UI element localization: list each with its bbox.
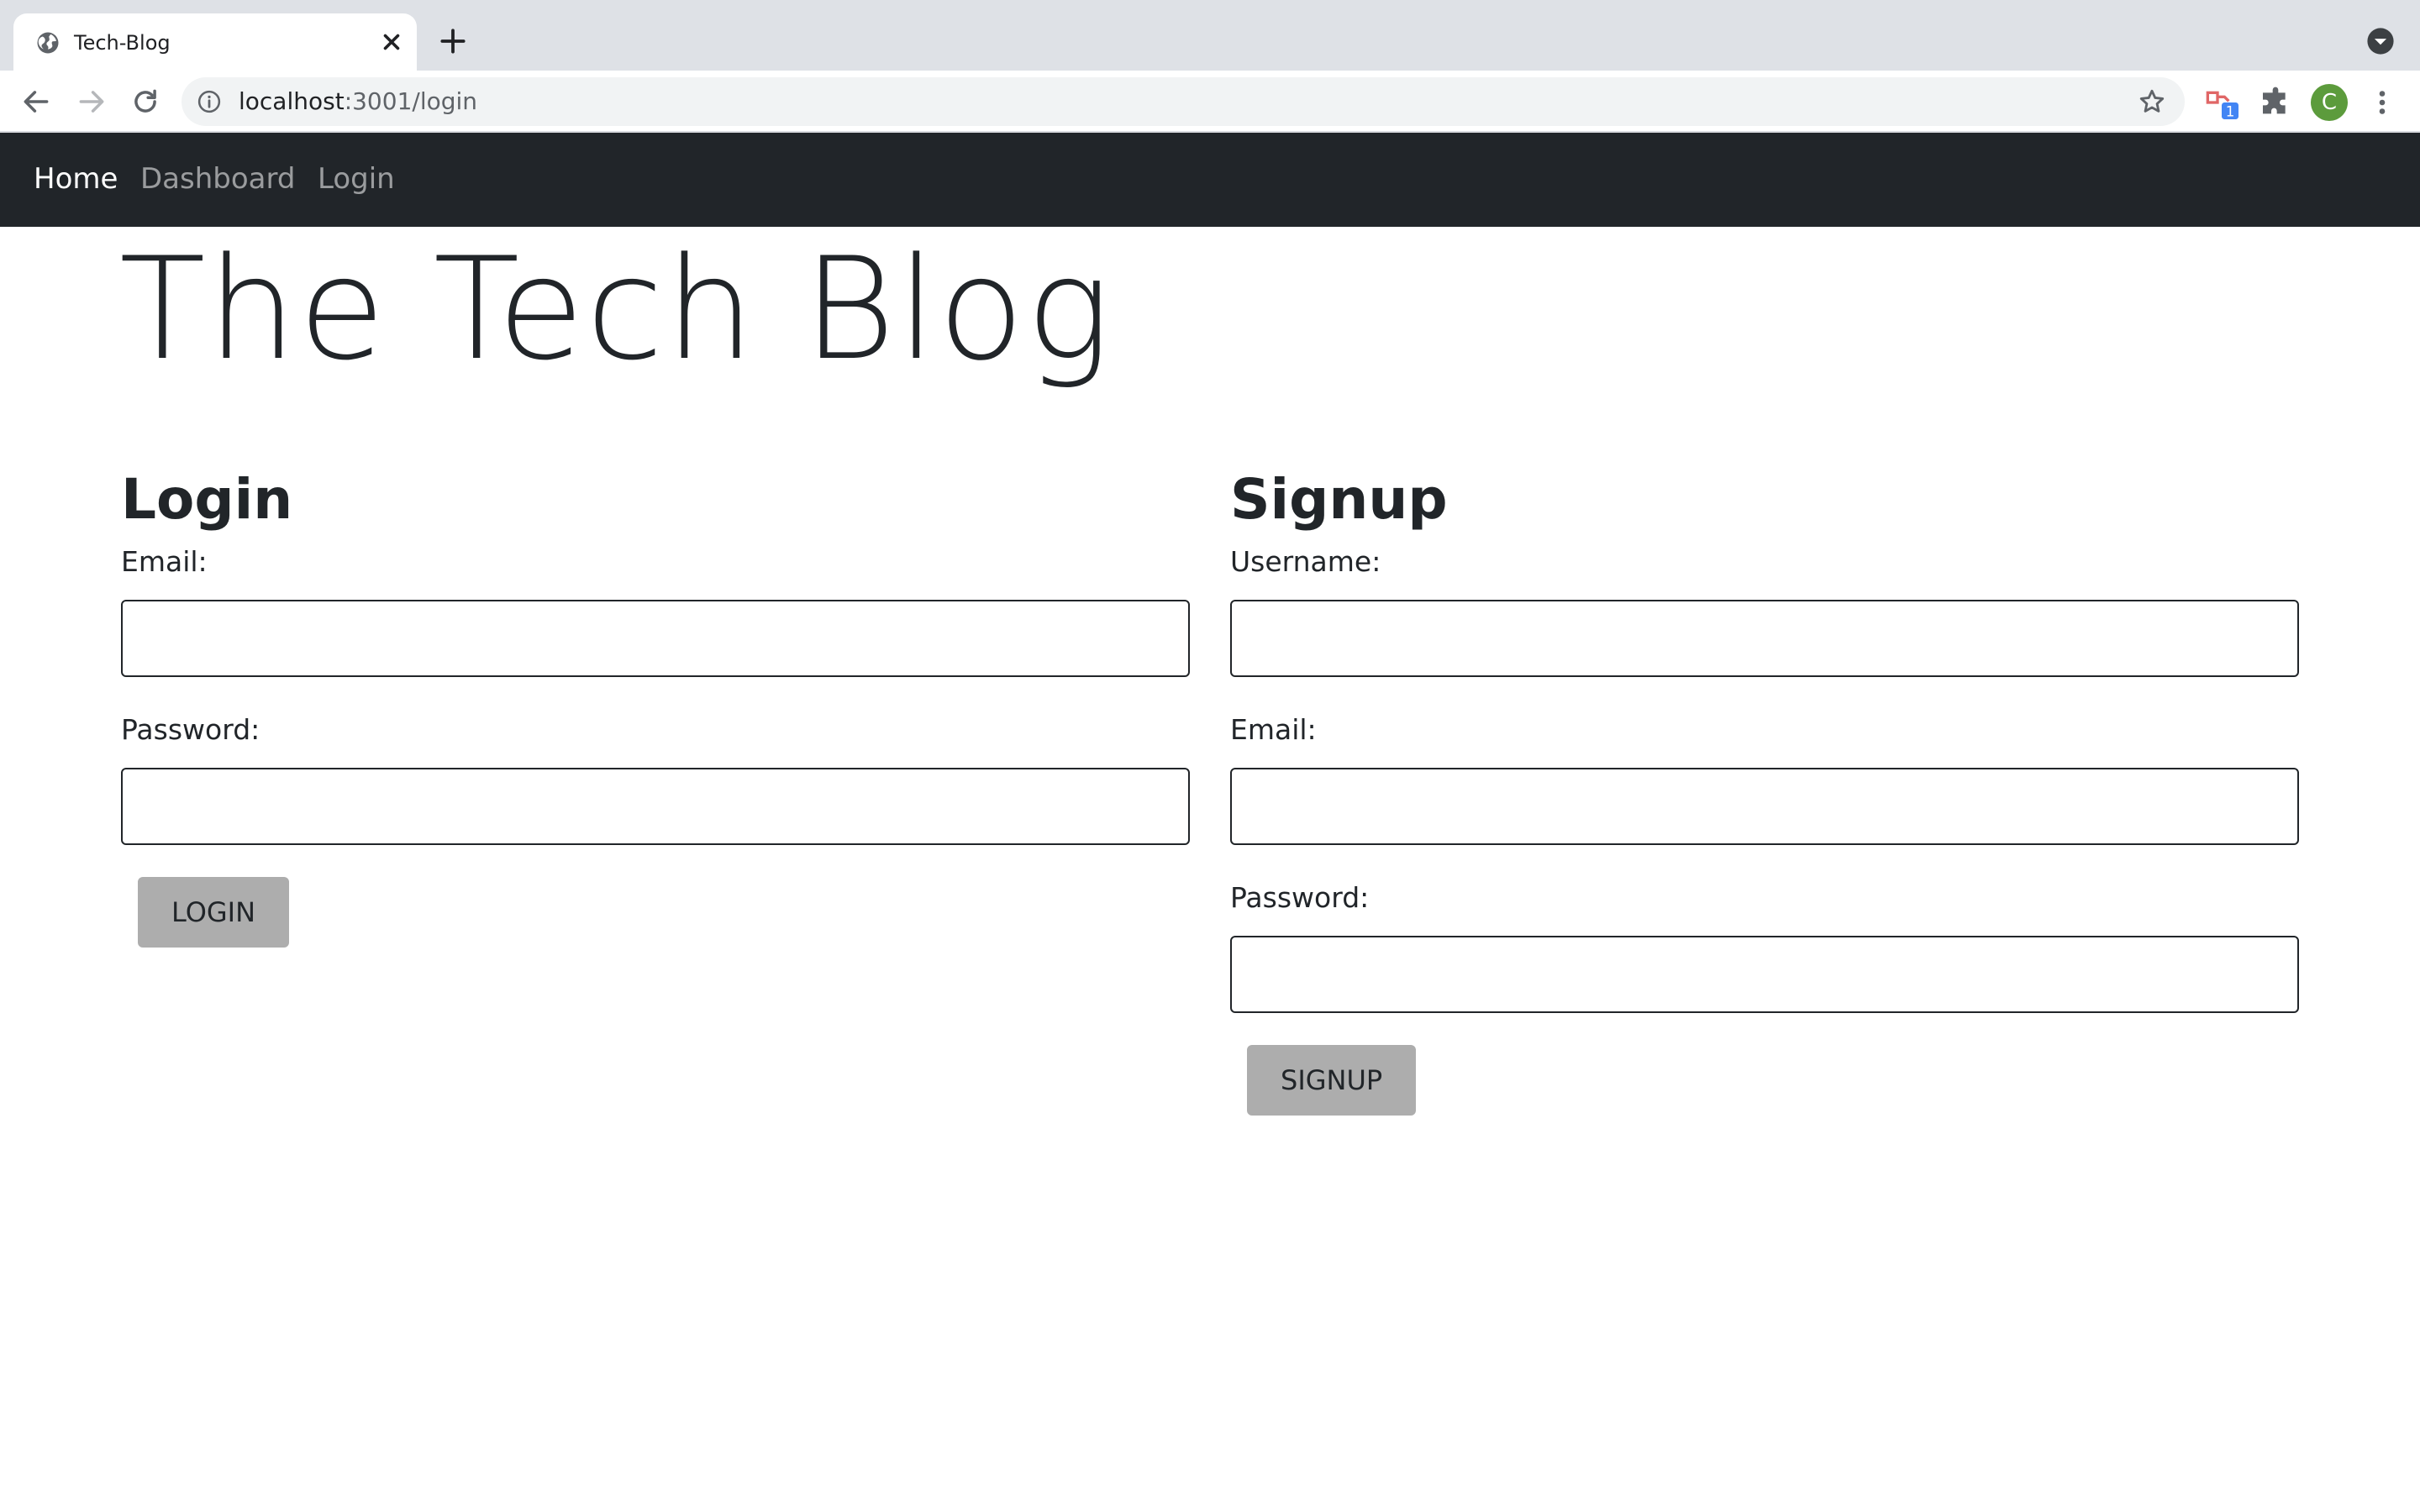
nav-home-link[interactable]: Home: [34, 160, 118, 198]
browser-tab[interactable]: Tech-Blog: [13, 13, 417, 71]
extension-badge: 1: [2226, 104, 2235, 119]
tab-title: Tech-Blog: [74, 31, 171, 55]
back-arrow-icon[interactable]: [20, 86, 52, 118]
login-email-label: Email:: [121, 545, 208, 578]
puzzle-icon[interactable]: [2259, 86, 2292, 119]
url-host: localhost: [239, 87, 345, 115]
page-title: The Tech Blog: [119, 227, 1113, 391]
signup-email-input[interactable]: [1230, 768, 2299, 845]
more-menu-icon[interactable]: [2370, 87, 2395, 118]
close-tab-icon[interactable]: [376, 27, 407, 57]
signup-username-input[interactable]: [1230, 600, 2299, 677]
nav-login-link[interactable]: Login: [318, 160, 395, 198]
new-tab-icon[interactable]: [437, 25, 469, 57]
reload-icon[interactable]: [129, 86, 161, 118]
extension-icon[interactable]: 1: [2205, 86, 2238, 119]
login-password-label: Password:: [121, 713, 260, 746]
signup-username-label: Username:: [1230, 545, 1381, 578]
site-navbar: Home Dashboard Login: [0, 133, 2420, 227]
site-info-icon[interactable]: [197, 89, 222, 114]
signup-email-label: Email:: [1230, 713, 1317, 746]
forward-arrow-icon[interactable]: [76, 86, 108, 118]
login-form: Login Email: Password: LOGIN: [121, 462, 1190, 948]
login-email-input[interactable]: [121, 600, 1190, 677]
profile-avatar[interactable]: C: [2311, 84, 2348, 121]
browser-tabstrip: Tech-Blog: [0, 0, 2420, 71]
login-heading: Login: [121, 467, 293, 532]
nav-dashboard-link[interactable]: Dashboard: [140, 160, 295, 198]
url-text: localhost:3001/login: [239, 87, 477, 116]
login-password-input[interactable]: [121, 768, 1190, 845]
globe-icon: [35, 30, 60, 55]
browser-toolbar: localhost:3001/login 1 C: [0, 71, 2420, 133]
bookmark-star-icon[interactable]: [2138, 87, 2166, 116]
login-button[interactable]: LOGIN: [138, 877, 290, 948]
address-bar[interactable]: localhost:3001/login: [182, 77, 2185, 126]
signup-button[interactable]: SIGNUP: [1247, 1045, 1417, 1116]
signup-form: Signup Username: Email: Password: SIGNUP: [1230, 462, 2299, 1116]
url-path: :3001/login: [344, 87, 478, 115]
signup-password-input[interactable]: [1230, 936, 2299, 1013]
signup-password-label: Password:: [1230, 881, 1370, 914]
tab-search-icon[interactable]: [2366, 27, 2395, 55]
signup-heading: Signup: [1230, 467, 1448, 532]
